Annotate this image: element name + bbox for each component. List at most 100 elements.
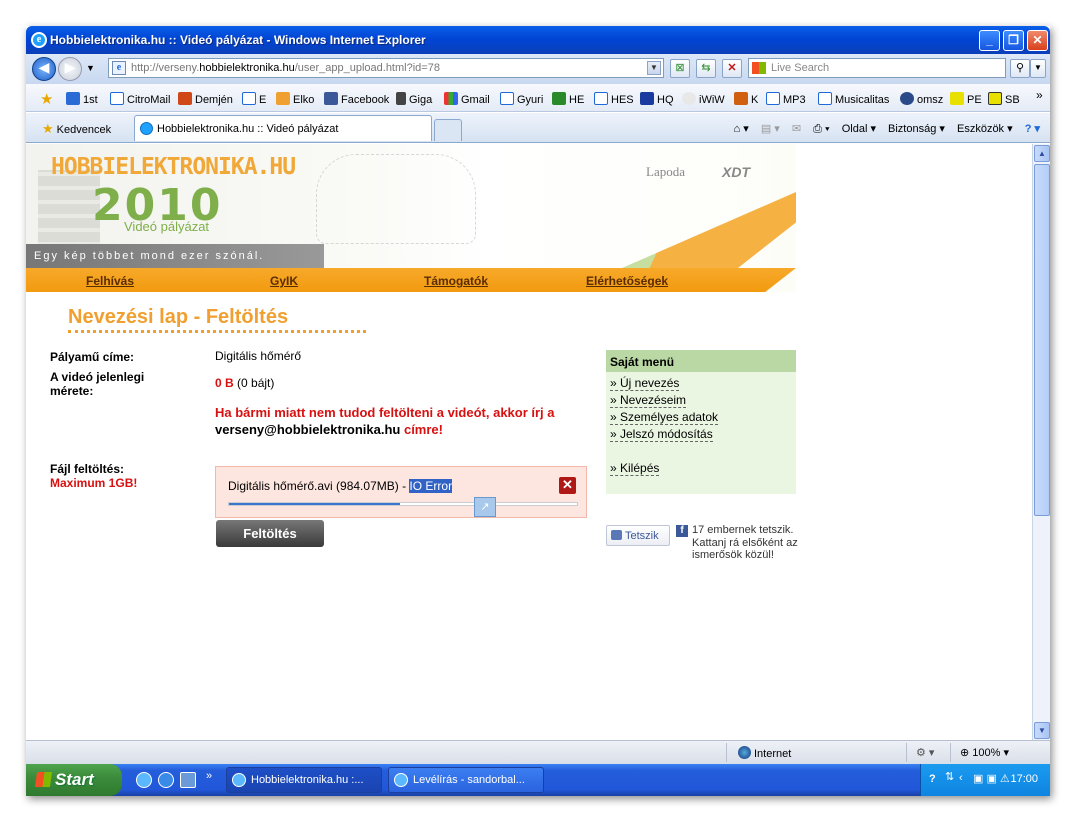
minimize-button[interactable]: _	[979, 30, 1000, 51]
zoom-control[interactable]: ⊕ 100% ▾	[960, 746, 1009, 759]
banner-subtitle: Videó pályázat	[124, 219, 210, 234]
fav-item-k[interactable]: K	[734, 92, 758, 106]
upload-label: Fájl feltöltés:	[50, 462, 125, 476]
forward-button[interactable]: ▶	[58, 57, 82, 81]
fav-item-elko[interactable]: Elko	[276, 92, 314, 106]
quicklaunch-more-icon[interactable]: »	[206, 770, 212, 782]
site-banner: HOBBIELEKTRONIKA.HU 2010 Videó pályázat …	[26, 144, 796, 292]
fav-item-omsz[interactable]: omsz	[900, 92, 943, 106]
scroll-thumb[interactable]	[1034, 164, 1050, 516]
fav-item-citromail[interactable]: CitroMail	[110, 92, 170, 106]
refresh-icon[interactable]: ⇆	[696, 59, 716, 78]
new-tab-button[interactable]	[434, 119, 462, 141]
add-favorites-icon[interactable]: ★	[40, 90, 53, 108]
fav-item-demjen[interactable]: Demjén	[178, 92, 233, 106]
title-value: Digitális hőmérő	[215, 349, 302, 363]
star-icon: ★	[42, 121, 54, 136]
home-icon[interactable]: ⌂ ▾	[734, 123, 749, 135]
browser-window: e Hobbielektronika.hu :: Videó pályázat …	[26, 26, 1050, 796]
fav-item-iwiw[interactable]: iWiW	[682, 92, 725, 106]
search-input[interactable]: Live Search	[748, 58, 1006, 78]
menu-tamogatok[interactable]: Támogatók	[424, 274, 488, 288]
page-title: Nevezési lap - Feltöltés	[68, 306, 289, 328]
upload-progress-bar	[228, 502, 578, 506]
stop-icon[interactable]: ✕	[722, 59, 742, 78]
page-menu[interactable]: Oldal ▾	[842, 123, 876, 135]
own-menu-panel: Saját menü » Új nevezés » Nevezéseim » S…	[606, 350, 796, 494]
more-favorites-icon[interactable]: »	[1036, 88, 1043, 102]
menu-felhivas[interactable]: Felhívás	[86, 274, 134, 288]
upload-error: IO Error	[409, 479, 453, 493]
fav-item-e[interactable]: E	[242, 92, 266, 106]
fav-item-mp3[interactable]: MP3	[766, 92, 806, 106]
upload-warning: Ha bármi miatt nem tudod feltölteni a vi…	[215, 405, 555, 437]
help-tray-icon[interactable]: ?	[929, 773, 936, 785]
menu-my-entries[interactable]: » Nevezéseim	[610, 393, 687, 408]
close-button[interactable]: ✕	[1027, 30, 1048, 51]
site-logo[interactable]: HOBBIELEKTRONIKA.HU	[51, 154, 296, 180]
tab-active[interactable]: Hobbielektronika.hu :: Videó pályázat	[134, 115, 432, 141]
fav-item-pe[interactable]: PE	[950, 92, 982, 106]
print-icon[interactable]: ⎙ ▾	[813, 123, 829, 135]
tools-menu[interactable]: Eszközök ▾	[957, 123, 1013, 135]
search-options-icon[interactable]: ▼	[1030, 59, 1046, 78]
menu-elerhetosegek[interactable]: Elérhetőségek	[586, 274, 668, 288]
sponsor-lapoda[interactable]: Lapoda	[646, 164, 685, 180]
like-button[interactable]: Tetszik	[606, 525, 670, 546]
fav-item-musicalitas[interactable]: Musicalitas	[818, 92, 889, 106]
size-value: 0 B (0 bájt)	[215, 376, 275, 390]
page-icon: e	[112, 61, 126, 75]
quicklaunch-browser-icon[interactable]	[158, 772, 174, 788]
task-hobbielektronika[interactable]: Hobbielektronika.hu :...	[226, 767, 382, 793]
menu-new-entry[interactable]: » Új nevezés	[610, 376, 680, 391]
fav-item-gmail[interactable]: Gmail	[444, 92, 490, 106]
vertical-scrollbar[interactable]: ▲ ▼	[1032, 144, 1050, 740]
search-icon[interactable]: ⚲	[1010, 59, 1030, 78]
fav-item-sb[interactable]: SB	[988, 92, 1020, 106]
globe-icon	[738, 746, 751, 759]
fav-item-he[interactable]: HE	[552, 92, 584, 106]
back-button[interactable]: ◀	[32, 57, 56, 81]
compatibility-icon[interactable]: ⊠	[670, 59, 690, 78]
quicklaunch-skype-icon[interactable]	[180, 772, 196, 788]
favorites-button[interactable]: ★ Kedvencek	[42, 121, 111, 137]
address-toolbar: ◀ ▶ ▼ e http://verseny.hobbielektronika.…	[26, 54, 1050, 84]
internet-zone: Internet	[738, 746, 791, 760]
help-icon[interactable]: ? ▾	[1025, 123, 1040, 135]
tray-icons[interactable]: ▣ ▣ ⚠	[973, 772, 1010, 785]
fav-item-facebook[interactable]: Facebook	[324, 92, 389, 106]
tab-bar: ★ Kedvencek Hobbielektronika.hu :: Videó …	[26, 113, 1050, 143]
fav-item-giga[interactable]: Giga	[396, 92, 432, 106]
start-button[interactable]: Start	[26, 764, 122, 796]
history-dropdown-icon[interactable]: ▼	[86, 63, 95, 73]
network-tray-icon[interactable]: ⇅	[945, 770, 954, 783]
menu-personal-data[interactable]: » Személyes adatok	[610, 410, 719, 425]
menu-gyik[interactable]: GyIK	[270, 274, 298, 288]
cancel-upload-icon[interactable]: ✕	[559, 477, 576, 494]
upload-button[interactable]: Feltöltés	[216, 520, 324, 547]
fav-item-gyuri[interactable]: Gyuri	[500, 92, 543, 106]
quicklaunch-ie-icon[interactable]	[136, 772, 152, 788]
contact-email[interactable]: verseny@hobbielektronika.hu	[215, 422, 400, 437]
safety-menu[interactable]: Biztonság ▾	[888, 123, 945, 135]
scroll-down-icon[interactable]: ▼	[1034, 722, 1050, 739]
sponsor-xdt[interactable]: XDT	[722, 164, 750, 180]
maximize-button[interactable]: ❐	[1003, 30, 1024, 51]
task-levelíras[interactable]: Levélírás - sandorbal...	[388, 767, 544, 793]
command-bar: ⌂ ▾ ▤ ▾ ✉ ⎙ ▾ Oldal ▾ Biztonság ▾ Eszköz…	[725, 122, 1040, 136]
scroll-up-icon[interactable]: ▲	[1034, 145, 1050, 162]
fav-item-1st[interactable]: 1st	[66, 92, 98, 106]
mail-icon[interactable]: ✉	[792, 123, 801, 135]
address-field[interactable]: e http://verseny.hobbielektronika.hu/use…	[108, 58, 664, 78]
protected-mode-icon[interactable]: ⚙ ▾	[916, 746, 934, 759]
feeds-icon[interactable]: ▤ ▾	[761, 123, 780, 135]
cursor-icon: ↗	[474, 497, 496, 517]
menu-change-password[interactable]: » Jelszó módosítás	[610, 427, 713, 442]
address-dropdown-icon[interactable]: ▼	[647, 61, 661, 75]
fav-item-hes[interactable]: HES	[594, 92, 634, 106]
menu-logout[interactable]: » Kilépés	[610, 461, 660, 476]
ie-icon: e	[31, 32, 47, 48]
banner-motto: Egy kép többet mond ezer szónál.	[26, 244, 324, 268]
tray-expand-icon[interactable]: ‹	[959, 772, 963, 784]
fav-item-hq[interactable]: HQ	[640, 92, 674, 106]
